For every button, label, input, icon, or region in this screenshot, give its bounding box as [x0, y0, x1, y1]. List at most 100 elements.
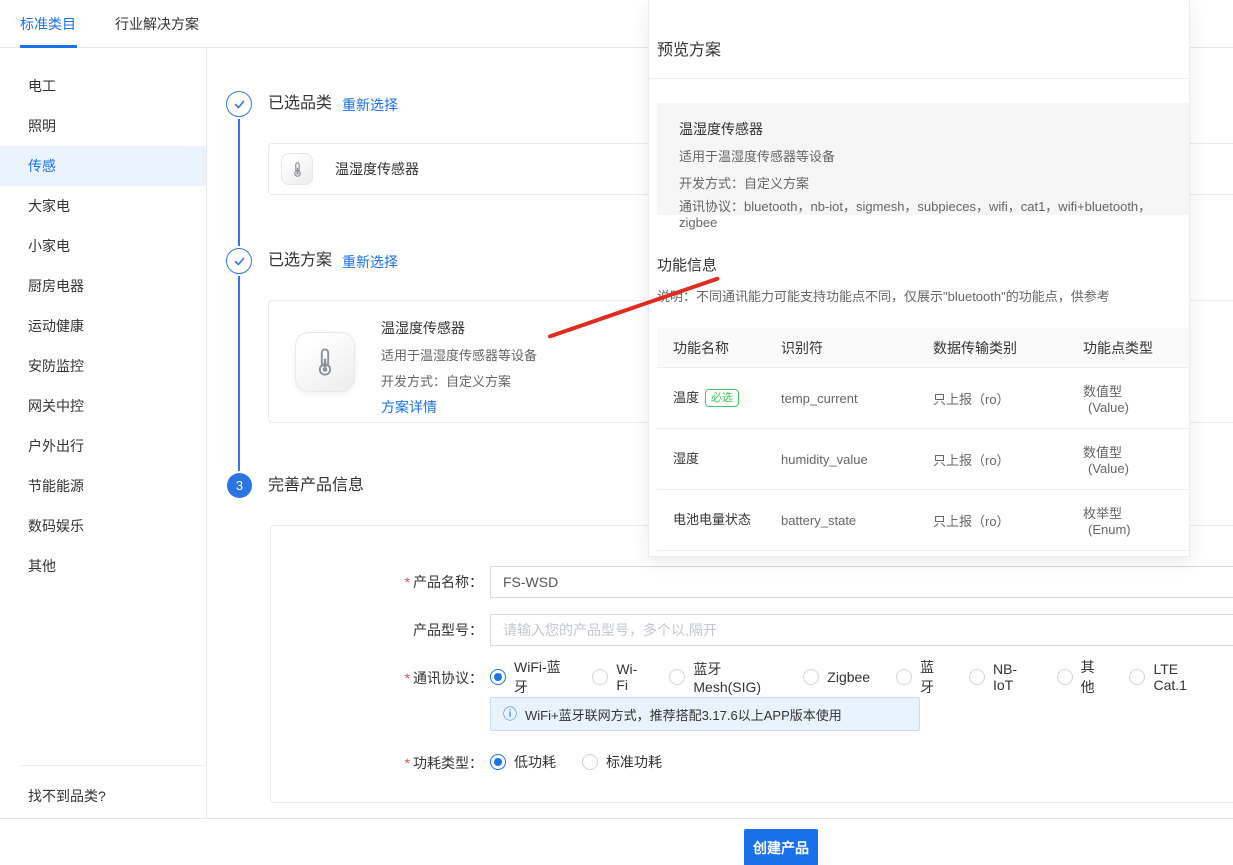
- radio-icon[interactable]: [896, 669, 912, 685]
- thermometer-icon-large: [295, 332, 355, 392]
- fn-identifier: humidity_value: [765, 452, 917, 467]
- step3-number-badge: 3: [227, 473, 252, 498]
- sidebar-item-large-appliance[interactable]: 大家电: [0, 186, 206, 226]
- sidebar-item-electrical[interactable]: 电工: [0, 66, 206, 106]
- product-model-input[interactable]: [490, 614, 1233, 646]
- summary-name: 温湿度传感器: [679, 119, 1167, 139]
- step1-check-icon: [226, 91, 252, 117]
- sidebar-item-gateway[interactable]: 网关中控: [0, 386, 206, 426]
- cannot-find-category-link[interactable]: 找不到品类?: [28, 776, 106, 816]
- product-model-label: 产品型号：: [270, 620, 483, 640]
- radio-bt-mesh[interactable]: 蓝牙Mesh(SIG): [669, 659, 777, 695]
- sidebar-item-other[interactable]: 其他: [0, 546, 206, 586]
- solution-summary-box: 温湿度传感器 适用于温湿度传感器等设备 开发方式：自定义方案 通讯协议：blue…: [657, 103, 1189, 215]
- sidebar-item-digital-entertainment[interactable]: 数码娱乐: [0, 506, 206, 546]
- table-row: 电池电量状态 battery_state 只上报（ro） 枚举型(Enum): [657, 490, 1189, 551]
- table-row: 湿度 humidity_value 只上报（ro） 数值型(Value): [657, 429, 1189, 490]
- radio-low-power[interactable]: 低功耗: [490, 752, 556, 772]
- power-type-radio-group: 低功耗 标准功耗: [490, 747, 688, 777]
- sidebar-item-outdoor[interactable]: 户外出行: [0, 426, 206, 466]
- power-type-label: *功耗类型：: [270, 753, 483, 773]
- protocol-label: *通讯协议：: [270, 668, 483, 688]
- summary-dev-mode: 开发方式：自定义方案: [679, 173, 1167, 192]
- category-list: 电工 照明 传感 大家电 小家电 厨房电器 运动健康 安防监控 网关中控 户外出…: [0, 48, 206, 586]
- preview-solution-panel: 预览方案 温湿度传感器 适用于温湿度传感器等设备 开发方式：自定义方案 通讯协议…: [648, 0, 1190, 557]
- step1-title: 已选品类: [268, 92, 332, 116]
- info-icon: ⓘ: [503, 704, 517, 724]
- function-table-header: 功能名称 识别符 数据传输类别 功能点类型: [657, 328, 1189, 368]
- tab-standard-category[interactable]: 标准类目: [20, 0, 76, 48]
- step3-title: 完善产品信息: [268, 474, 364, 498]
- table-row: 温度必选 temp_current 只上报（ro） 数值型(Value): [657, 368, 1189, 429]
- sidebar-divider: [20, 765, 206, 766]
- required-asterisk: *: [405, 574, 410, 590]
- fn-name: 电池电量状态: [673, 511, 751, 529]
- step2-check-icon: [226, 248, 252, 274]
- create-product-button[interactable]: 创建产品: [744, 829, 818, 865]
- thermometer-icon: [281, 153, 313, 185]
- col-header-transfer: 数据传输类别: [917, 338, 1067, 358]
- protocol-hint-text: WiFi+蓝牙联网方式，推荐搭配3.17.6以上APP版本使用: [525, 705, 842, 724]
- fn-identifier: temp_current: [765, 391, 917, 406]
- radio-lte-cat1[interactable]: LTE Cat.1: [1129, 661, 1207, 693]
- radio-icon[interactable]: [592, 669, 608, 685]
- solution-desc: 适用于温湿度传感器等设备: [381, 345, 537, 364]
- protocol-hint-box: ⓘ WiFi+蓝牙联网方式，推荐搭配3.17.6以上APP版本使用: [490, 697, 920, 731]
- step1-reselect-link[interactable]: 重新选择: [342, 95, 398, 115]
- fn-transfer: 只上报（ro）: [917, 450, 1067, 469]
- required-asterisk: *: [405, 755, 410, 771]
- sidebar-item-security-monitor[interactable]: 安防监控: [0, 346, 206, 386]
- solution-dev-mode: 开发方式：自定义方案: [381, 371, 537, 390]
- solution-detail-link[interactable]: 方案详情: [381, 397, 537, 417]
- selected-category-name: 温湿度传感器: [335, 159, 419, 179]
- radio-icon[interactable]: [1057, 669, 1073, 685]
- step-connector-2: [238, 276, 240, 471]
- product-name-label: *产品名称：: [270, 572, 483, 592]
- radio-nbiot[interactable]: NB-IoT: [969, 661, 1031, 693]
- required-badge: 必选: [705, 389, 739, 407]
- product-name-input[interactable]: [490, 566, 1233, 598]
- step-connector-1: [238, 119, 240, 246]
- radio-icon[interactable]: [1129, 669, 1145, 685]
- step2-reselect-link[interactable]: 重新选择: [342, 252, 398, 272]
- function-table: 功能名称 识别符 数据传输类别 功能点类型 温度必选 temp_current …: [657, 328, 1189, 551]
- sidebar-item-energy[interactable]: 节能能源: [0, 466, 206, 506]
- radio-icon[interactable]: [803, 669, 819, 685]
- radio-icon[interactable]: [490, 669, 506, 685]
- radio-icon[interactable]: [490, 754, 506, 770]
- fn-name: 温度: [673, 389, 699, 407]
- col-header-type: 功能点类型: [1067, 338, 1189, 358]
- fn-type: 数值型(Value): [1067, 442, 1189, 476]
- sidebar-item-sport-health[interactable]: 运动健康: [0, 306, 206, 346]
- summary-desc: 适用于温湿度传感器等设备: [679, 146, 1167, 165]
- sidebar-item-small-appliance[interactable]: 小家电: [0, 226, 206, 266]
- radio-zigbee[interactable]: Zigbee: [803, 669, 870, 685]
- radio-icon[interactable]: [969, 669, 985, 685]
- page-footer: 创建产品: [0, 818, 1233, 865]
- sidebar-item-kitchen-appliance[interactable]: 厨房电器: [0, 266, 206, 306]
- tab-industry-solution[interactable]: 行业解决方案: [115, 0, 199, 48]
- sidebar-item-lighting[interactable]: 照明: [0, 106, 206, 146]
- sidebar-item-sensor[interactable]: 传感: [0, 146, 206, 186]
- radio-standard-power[interactable]: 标准功耗: [582, 752, 662, 772]
- radio-other[interactable]: 其他: [1057, 657, 1104, 697]
- create-product-page: 标准类目 行业解决方案 电工 照明 传感 大家电 小家电 厨房电器 运动健康 安…: [0, 0, 1233, 865]
- preview-panel-title: 预览方案: [657, 36, 721, 60]
- solution-name: 温湿度传感器: [381, 318, 537, 338]
- col-header-identifier: 识别符: [765, 338, 917, 358]
- radio-icon[interactable]: [582, 754, 598, 770]
- category-sidebar: 电工 照明 传感 大家电 小家电 厨房电器 运动健康 安防监控 网关中控 户外出…: [0, 48, 207, 818]
- fn-name: 湿度: [673, 450, 699, 468]
- fn-transfer: 只上报（ro）: [917, 511, 1067, 530]
- radio-icon[interactable]: [669, 669, 685, 685]
- protocol-radio-group: WiFi-蓝牙 Wi-Fi 蓝牙Mesh(SIG) Zigbee 蓝牙 NB-I…: [490, 662, 1233, 692]
- radio-wifi-bt[interactable]: WiFi-蓝牙: [490, 657, 566, 697]
- radio-wifi[interactable]: Wi-Fi: [592, 661, 643, 693]
- fn-identifier: battery_state: [765, 513, 917, 528]
- fn-type: 枚举型(Enum): [1067, 503, 1189, 537]
- col-header-name: 功能名称: [657, 338, 765, 358]
- fn-type: 数值型(Value): [1067, 381, 1189, 415]
- summary-protocols: 通讯协议：bluetooth，nb-iot，sigmesh，subpieces，…: [679, 196, 1167, 230]
- radio-bluetooth[interactable]: 蓝牙: [896, 657, 943, 697]
- panel-divider: [649, 78, 1189, 79]
